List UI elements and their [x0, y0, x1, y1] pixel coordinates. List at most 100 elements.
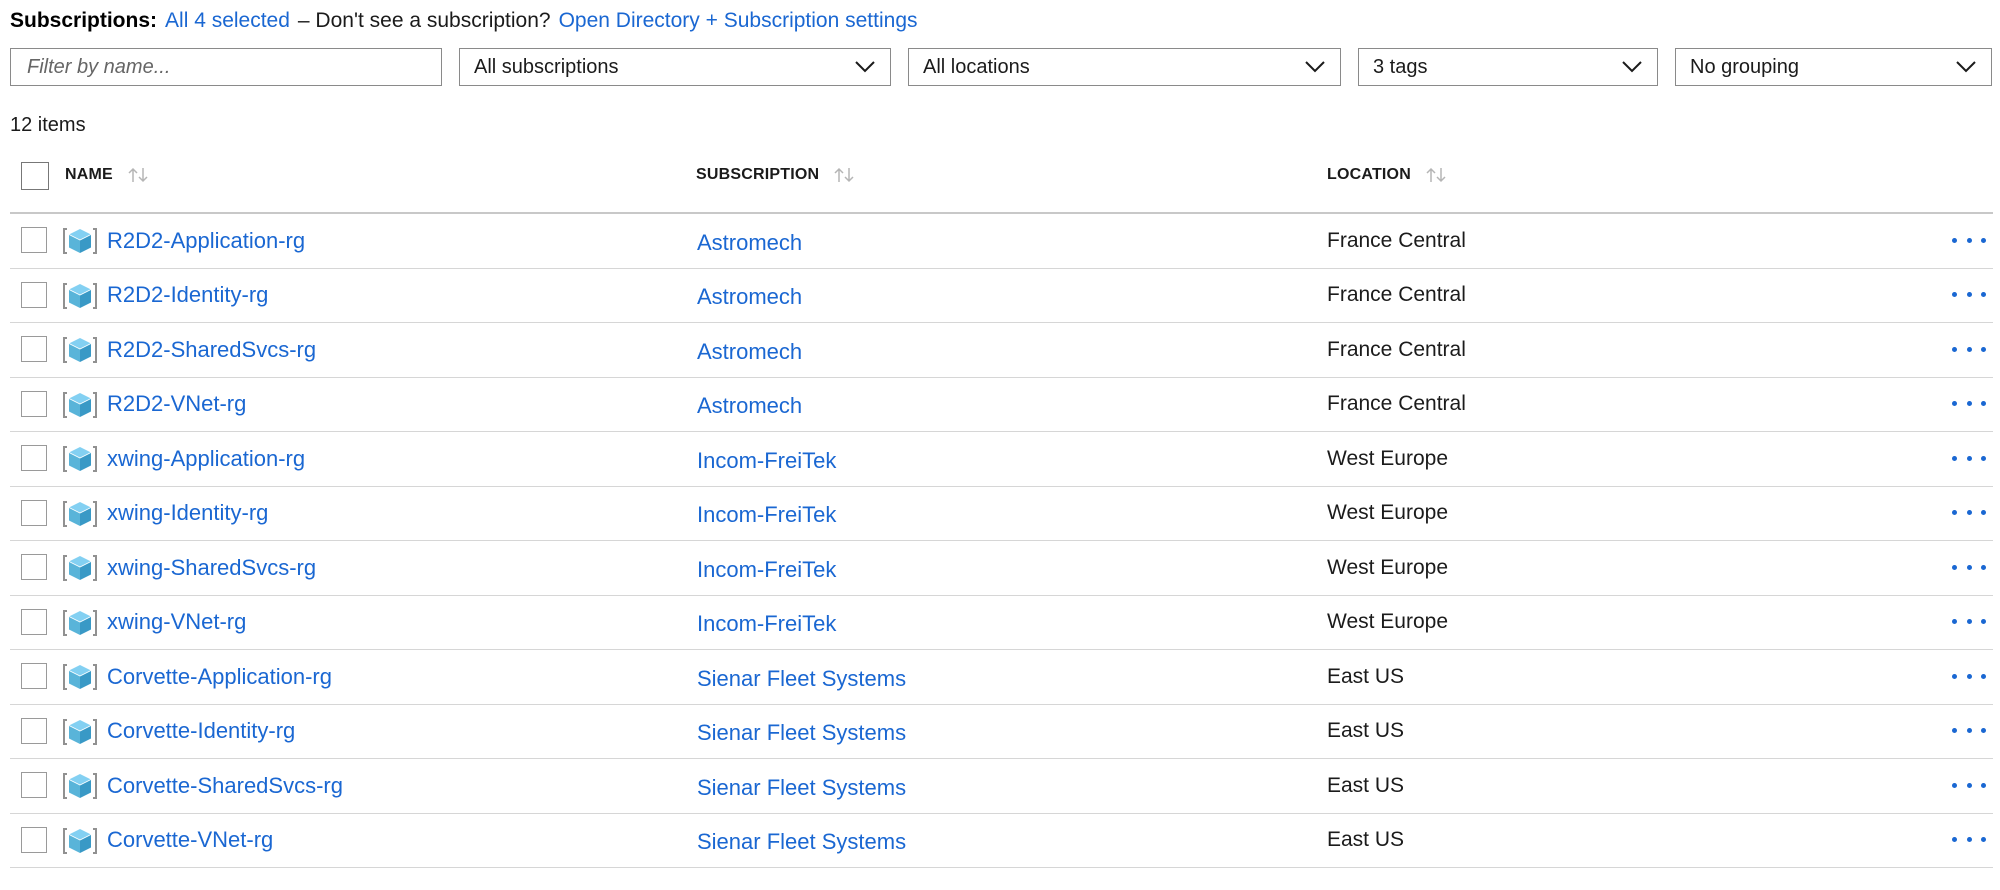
subscription-link[interactable]: Astromech: [697, 325, 802, 378]
resource-group-name-link[interactable]: Corvette-SharedSvcs-rg: [107, 759, 343, 812]
location-text: East US: [1327, 719, 1405, 742]
more-icon[interactable]: [1952, 229, 1986, 251]
table-row[interactable]: xwing-SharedSvcs-rg Incom-FreiTek West E…: [10, 541, 1993, 596]
table-header: NAME SUBSCRIPTION LOCATION: [10, 152, 1993, 214]
table-row[interactable]: xwing-Identity-rg Incom-FreiTek West Eur…: [10, 487, 1993, 542]
resource-group-name-link[interactable]: R2D2-SharedSvcs-rg: [107, 323, 316, 376]
column-header-subscription[interactable]: SUBSCRIPTION: [696, 152, 855, 198]
tags-dropdown-value: 3 tags: [1373, 55, 1428, 78]
subscription-link[interactable]: Incom-FreiTek: [697, 489, 836, 542]
row-checkbox[interactable]: [21, 717, 47, 744]
more-icon[interactable]: [1952, 447, 1986, 469]
subscription-link[interactable]: Incom-FreiTek: [697, 434, 836, 487]
name-filter-box[interactable]: [10, 48, 442, 86]
chevron-down-icon: [1304, 60, 1326, 74]
resource-group-name-link[interactable]: R2D2-Identity-rg: [107, 269, 268, 322]
location-text: West Europe: [1327, 501, 1449, 524]
more-icon[interactable]: [1952, 774, 1986, 796]
subscriptions-label: Subscriptions:: [10, 9, 158, 32]
sort-icon[interactable]: [127, 166, 149, 184]
chevron-down-icon: [1955, 60, 1977, 74]
more-icon[interactable]: [1952, 611, 1986, 633]
resource-group-name-link[interactable]: xwing-Application-rg: [107, 432, 305, 485]
row-checkbox[interactable]: [21, 336, 47, 362]
subscription-link[interactable]: Sienar Fleet Systems: [697, 707, 906, 760]
subscription-link[interactable]: Sienar Fleet Systems: [697, 652, 906, 705]
column-header-location[interactable]: LOCATION: [1327, 152, 1447, 198]
resource-group-list: R2D2-Application-rg Astromech France Cen…: [10, 214, 1993, 868]
table-row[interactable]: Corvette-Application-rg Sienar Fleet Sys…: [10, 650, 1993, 705]
subscription-link[interactable]: Astromech: [697, 380, 802, 433]
row-checkbox[interactable]: [21, 281, 47, 308]
subscription-dropdown[interactable]: All subscriptions: [459, 48, 891, 86]
subscription-link[interactable]: Astromech: [697, 271, 802, 324]
table-row[interactable]: xwing-VNet-rg Incom-FreiTek West Europe: [10, 596, 1993, 651]
location-text: East US: [1327, 773, 1405, 797]
sort-icon[interactable]: [1425, 166, 1447, 184]
row-checkbox[interactable]: [21, 227, 47, 253]
location-text: France Central: [1327, 392, 1466, 415]
row-checkbox[interactable]: [21, 445, 47, 471]
row-checkbox[interactable]: [21, 499, 47, 526]
row-checkbox[interactable]: [21, 554, 47, 580]
column-header-name[interactable]: NAME: [65, 152, 149, 198]
grouping-dropdown-value: No grouping: [1690, 55, 1799, 78]
resource-group-name-link[interactable]: xwing-VNet-rg: [107, 596, 246, 649]
more-icon[interactable]: [1952, 502, 1986, 524]
resource-group-icon: [63, 717, 97, 747]
select-all-checkbox[interactable]: [21, 162, 49, 190]
location-text: West Europe: [1327, 446, 1449, 470]
location-dropdown[interactable]: All locations: [908, 48, 1341, 86]
more-icon[interactable]: [1952, 284, 1986, 306]
more-icon[interactable]: [1952, 556, 1986, 578]
row-checkbox[interactable]: [21, 608, 47, 635]
more-icon[interactable]: [1952, 829, 1986, 851]
row-checkbox[interactable]: [21, 826, 47, 853]
table-row[interactable]: Corvette-SharedSvcs-rg Sienar Fleet Syst…: [10, 759, 1993, 814]
location-text: East US: [1327, 664, 1405, 688]
chevron-down-icon: [1621, 60, 1643, 74]
grouping-dropdown[interactable]: No grouping: [1675, 48, 1992, 86]
table-row[interactable]: R2D2-Application-rg Astromech France Cen…: [10, 214, 1993, 269]
table-row[interactable]: Corvette-VNet-rg Sienar Fleet Systems Ea…: [10, 814, 1993, 869]
more-icon[interactable]: [1952, 665, 1986, 687]
subscription-prompt-text: – Don't see a subscription?: [297, 9, 551, 32]
table-row[interactable]: R2D2-Identity-rg Astromech France Centra…: [10, 269, 1993, 324]
location-text: West Europe: [1327, 555, 1449, 579]
chevron-down-icon: [854, 60, 876, 74]
location-text: France Central: [1327, 337, 1466, 361]
more-icon[interactable]: [1952, 720, 1986, 742]
resource-group-icon: [63, 553, 97, 583]
table-row[interactable]: Corvette-Identity-rg Sienar Fleet System…: [10, 705, 1993, 760]
more-icon[interactable]: [1952, 338, 1986, 360]
subscription-link[interactable]: Incom-FreiTek: [697, 598, 836, 651]
directory-settings-link[interactable]: Open Directory + Subscription settings: [559, 9, 918, 33]
location-text: France Central: [1327, 283, 1466, 306]
tags-dropdown[interactable]: 3 tags: [1358, 48, 1658, 86]
resource-group-name-link[interactable]: xwing-Identity-rg: [107, 487, 268, 540]
row-checkbox[interactable]: [21, 390, 47, 417]
resource-group-name-link[interactable]: R2D2-Application-rg: [107, 214, 305, 267]
resource-group-name-link[interactable]: R2D2-VNet-rg: [107, 378, 246, 431]
row-checkbox[interactable]: [21, 663, 47, 689]
resource-group-icon: [63, 662, 97, 692]
all-selected-link[interactable]: All 4 selected: [165, 9, 290, 33]
subscription-link[interactable]: Sienar Fleet Systems: [697, 816, 906, 869]
filter-by-name-input[interactable]: [25, 54, 427, 80]
subscription-link[interactable]: Astromech: [697, 216, 802, 269]
more-icon[interactable]: [1952, 393, 1986, 415]
location-text: West Europe: [1327, 610, 1449, 633]
table-row[interactable]: R2D2-VNet-rg Astromech France Central: [10, 378, 1993, 433]
table-row[interactable]: xwing-Application-rg Incom-FreiTek West …: [10, 432, 1993, 487]
table-row[interactable]: R2D2-SharedSvcs-rg Astromech France Cent…: [10, 323, 1993, 378]
resource-group-name-link[interactable]: Corvette-VNet-rg: [107, 814, 273, 867]
row-checkbox[interactable]: [21, 772, 47, 798]
sort-icon[interactable]: [833, 166, 855, 184]
subscription-link[interactable]: Sienar Fleet Systems: [697, 761, 906, 814]
items-count: 12 items: [10, 114, 86, 136]
subscription-link[interactable]: Incom-FreiTek: [697, 543, 836, 596]
resource-group-name-link[interactable]: Corvette-Identity-rg: [107, 705, 295, 758]
resource-group-name-link[interactable]: xwing-SharedSvcs-rg: [107, 541, 316, 594]
column-header-name-label: NAME: [65, 166, 113, 183]
resource-group-name-link[interactable]: Corvette-Application-rg: [107, 650, 332, 703]
